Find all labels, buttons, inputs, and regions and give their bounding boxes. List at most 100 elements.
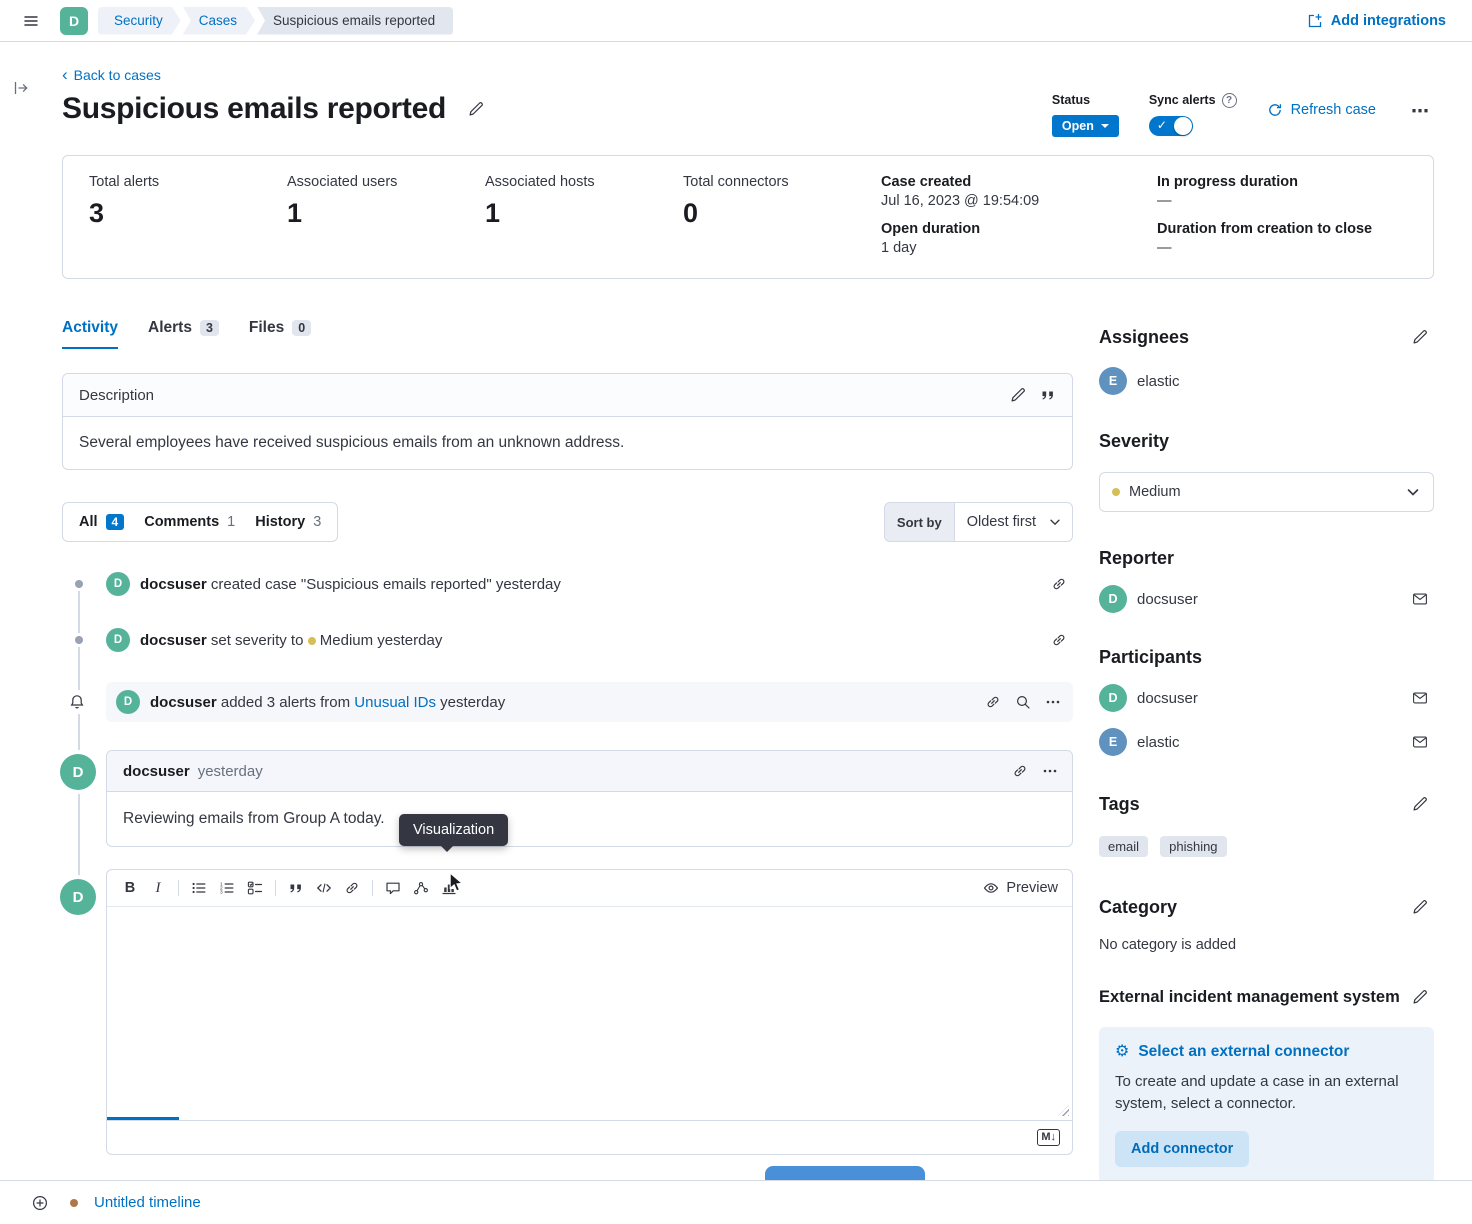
link-icon[interactable] [339, 875, 365, 901]
metric-total-connectors: Total connectors 0 [683, 174, 881, 229]
user-avatar: D [1099, 585, 1127, 613]
description-panel: Description Several employees have recei… [62, 373, 1073, 470]
add-integrations-link[interactable]: Add integrations [1307, 13, 1446, 29]
edit-assignees-icon[interactable] [1406, 323, 1434, 351]
status-badge[interactable]: Open [1052, 115, 1119, 137]
severity-select[interactable]: Medium [1099, 472, 1434, 512]
filter-history[interactable]: History 3 [255, 514, 321, 530]
status-label: Status [1052, 92, 1119, 108]
space-avatar[interactable]: D [60, 7, 88, 35]
category-title: Category [1099, 897, 1177, 918]
back-to-cases-link[interactable]: ‹ Back to cases [62, 66, 161, 83]
metric-total-alerts: Total alerts 3 [89, 174, 287, 229]
mail-icon[interactable] [1406, 585, 1434, 613]
user-avatar: D [60, 879, 96, 915]
edit-category-icon[interactable] [1406, 893, 1434, 921]
copy-link-icon[interactable] [979, 688, 1007, 716]
status-block: Status Open [1052, 92, 1119, 137]
unusual-ids-link[interactable]: Unusual IDs [354, 694, 436, 711]
sort-by-label: Sort by [884, 502, 954, 542]
chevron-down-icon [1405, 484, 1421, 500]
case-metrics-panel: Total alerts 3 Associated users 1 Associ… [62, 155, 1434, 279]
reporter-row: D docsuser [1099, 585, 1434, 613]
visualization-tooltip: Visualization [399, 814, 508, 846]
sort-order-select[interactable]: Oldest first [954, 502, 1073, 542]
unordered-list-icon[interactable] [186, 875, 212, 901]
edit-external-icon[interactable] [1406, 983, 1434, 1011]
hamburger-menu-icon[interactable] [16, 6, 46, 36]
edit-tags-icon[interactable] [1406, 790, 1434, 818]
activity-timeline: D docsuser created case "Suspicious emai… [62, 570, 1073, 1155]
ordered-list-icon[interactable] [214, 875, 240, 901]
severity-dot [308, 637, 316, 645]
reporter-title: Reporter [1099, 548, 1434, 569]
metric-associated-hosts: Associated hosts 1 [485, 174, 683, 229]
event-text: docsuser created case "Suspicious emails… [140, 576, 561, 593]
copy-link-icon[interactable] [1045, 570, 1073, 598]
breadcrumb: Security Cases Suspicious emails reporte… [98, 7, 453, 35]
metric-associated-users: Associated users 1 [287, 174, 485, 229]
edit-title-icon[interactable] [462, 95, 490, 123]
graph-icon[interactable] [408, 875, 434, 901]
event-created-case: D docsuser created case "Suspicious emai… [62, 570, 1073, 598]
sync-alerts-help-icon[interactable]: ? [1222, 93, 1237, 108]
copy-link-icon[interactable] [1045, 626, 1073, 654]
case-actions-icon[interactable]: ⋯ [1406, 97, 1434, 125]
tab-files[interactable]: Files 0 [249, 319, 311, 349]
expand-sidebar-icon[interactable] [9, 76, 33, 100]
user-avatar: E [1099, 367, 1127, 395]
timeline-dot [75, 580, 83, 588]
breadcrumb-cases[interactable]: Cases [183, 7, 255, 35]
comment-actions-icon[interactable] [1036, 757, 1064, 785]
edit-description-icon[interactable] [1004, 381, 1032, 409]
alert-actions-icon[interactable] [1039, 688, 1067, 716]
filter-comments[interactable]: Comments 1 [144, 514, 235, 530]
timeline-bottom-bar: Untitled timeline [0, 1180, 1472, 1224]
mail-icon[interactable] [1406, 684, 1434, 712]
participants-title: Participants [1099, 647, 1434, 668]
tags-title: Tags [1099, 794, 1140, 815]
mouse-cursor [449, 872, 464, 893]
breadcrumb-security[interactable]: Security [98, 7, 181, 35]
page-title: Suspicious emails reported [62, 92, 490, 126]
user-avatar: D [116, 690, 140, 714]
quote-icon[interactable] [283, 875, 309, 901]
select-connector-link[interactable]: ⚙ Select an external connector [1115, 1043, 1418, 1061]
preview-button[interactable]: Preview [983, 880, 1062, 896]
filter-all[interactable]: All 4 [79, 514, 124, 530]
tab-activity[interactable]: Activity [62, 319, 118, 349]
comment-textarea[interactable] [107, 907, 1072, 1120]
case-sidebar: Assignees E elastic Severity Medium Repo… [1099, 319, 1434, 1183]
quote-description-icon[interactable] [1034, 381, 1062, 409]
breadcrumb-current-case: Suspicious emails reported [257, 7, 453, 35]
add-connector-button[interactable]: Add connector [1115, 1131, 1249, 1167]
editor-toolbar: B I [107, 870, 1072, 907]
task-list-icon[interactable] [242, 875, 268, 901]
mail-icon[interactable] [1406, 728, 1434, 756]
tab-alerts[interactable]: Alerts 3 [148, 319, 219, 349]
user-avatar: E [1099, 728, 1127, 756]
attach-timeline-icon[interactable] [26, 1189, 54, 1217]
bold-icon[interactable]: B [117, 875, 143, 901]
severity-dot [1112, 488, 1120, 496]
event-set-severity: D docsuser set severity to Medium yester… [62, 626, 1073, 654]
italic-icon[interactable]: I [145, 875, 171, 901]
new-comment-editor: D B I [106, 869, 1073, 1155]
event-added-alerts: D docsuser added 3 alerts from Unusual I… [62, 682, 1073, 722]
editor-focus-bar [107, 1117, 179, 1120]
sync-alerts-toggle[interactable]: ✓ [1149, 116, 1193, 136]
comment-icon[interactable] [380, 875, 406, 901]
user-avatar: D [106, 628, 130, 652]
severity-title: Severity [1099, 431, 1434, 452]
refresh-case-link[interactable]: Refresh case [1267, 102, 1376, 118]
untitled-timeline-link[interactable]: Untitled timeline [94, 1194, 201, 1211]
description-title: Description [79, 387, 154, 404]
back-chevron-icon: ‹ [62, 66, 68, 83]
top-navigation-bar: D Security Cases Suspicious emails repor… [0, 0, 1472, 42]
alerts-count-badge: 3 [200, 320, 219, 336]
code-icon[interactable] [311, 875, 337, 901]
timeline-dot [75, 636, 83, 644]
copy-link-icon[interactable] [1006, 757, 1034, 785]
investigate-icon[interactable] [1009, 688, 1037, 716]
toggle-check-icon: ✓ [1157, 118, 1167, 132]
